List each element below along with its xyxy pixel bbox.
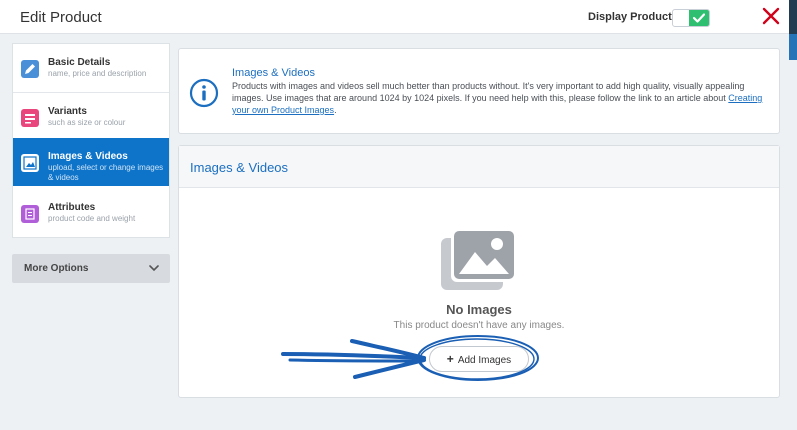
sidebar-item-sublabel: name, price and description xyxy=(48,69,147,78)
info-body: Products with images and videos sell muc… xyxy=(232,81,745,103)
more-options-button[interactable]: More Options xyxy=(12,254,170,283)
sidebar-item-label: Attributes xyxy=(48,202,96,213)
image-file-icon xyxy=(21,154,39,172)
sidebar-item-variants[interactable]: Variants such as size or colour xyxy=(13,93,169,141)
info-text: Products with images and videos sell muc… xyxy=(232,80,776,116)
info-icon xyxy=(189,78,219,108)
images-panel-header: Images & Videos xyxy=(179,146,779,188)
info-title: Images & Videos xyxy=(232,67,315,79)
attributes-icon xyxy=(21,205,39,223)
plus-icon: + xyxy=(446,352,454,366)
add-images-button[interactable]: + Add Images xyxy=(429,346,529,372)
edit-product-modal: Edit Product Display Product Basic Detai… xyxy=(0,0,789,430)
info-panel: Images & Videos Products with images and… xyxy=(178,48,780,134)
more-options-label: More Options xyxy=(24,263,89,274)
sidebar-item-sublabel: product code and weight xyxy=(48,214,136,223)
check-icon xyxy=(693,13,705,23)
images-panel-title: Images & Videos xyxy=(190,160,289,175)
modal-title: Edit Product xyxy=(20,9,102,26)
display-product-label: Display Product xyxy=(588,11,672,23)
sidebar-item-label: Variants xyxy=(48,106,87,117)
gallery-icon xyxy=(441,228,517,290)
sidebar-item-images-videos[interactable]: Images & Videos upload, select or change… xyxy=(13,138,169,186)
info-tail: . xyxy=(334,105,337,115)
empty-state-title: No Images xyxy=(446,302,512,317)
toggle-knob xyxy=(689,10,709,26)
add-images-label: Add Images xyxy=(457,355,512,366)
empty-state-text: This product doesn't have any images. xyxy=(393,320,565,331)
sidebar-item-sublabel: upload, select or change images & videos xyxy=(48,163,164,182)
images-panel: Images & Videos No Images This product d… xyxy=(178,145,780,398)
sidebar-item-label: Images & Videos xyxy=(48,151,128,162)
chevron-down-icon xyxy=(149,265,159,272)
modal-header: Edit Product Display Product xyxy=(0,0,789,34)
sidebar-item-sublabel: such as size or colour xyxy=(48,118,126,127)
sidebar: Basic Details name, price and descriptio… xyxy=(12,43,170,238)
sidebar-item-basic-details[interactable]: Basic Details name, price and descriptio… xyxy=(13,44,169,92)
sidebar-item-label: Basic Details xyxy=(48,57,111,68)
pencil-icon xyxy=(21,60,39,78)
variants-icon xyxy=(21,109,39,127)
close-icon[interactable] xyxy=(762,6,780,26)
display-product-toggle[interactable] xyxy=(672,9,710,27)
sidebar-item-attributes[interactable]: Attributes product code and weight xyxy=(13,189,169,237)
